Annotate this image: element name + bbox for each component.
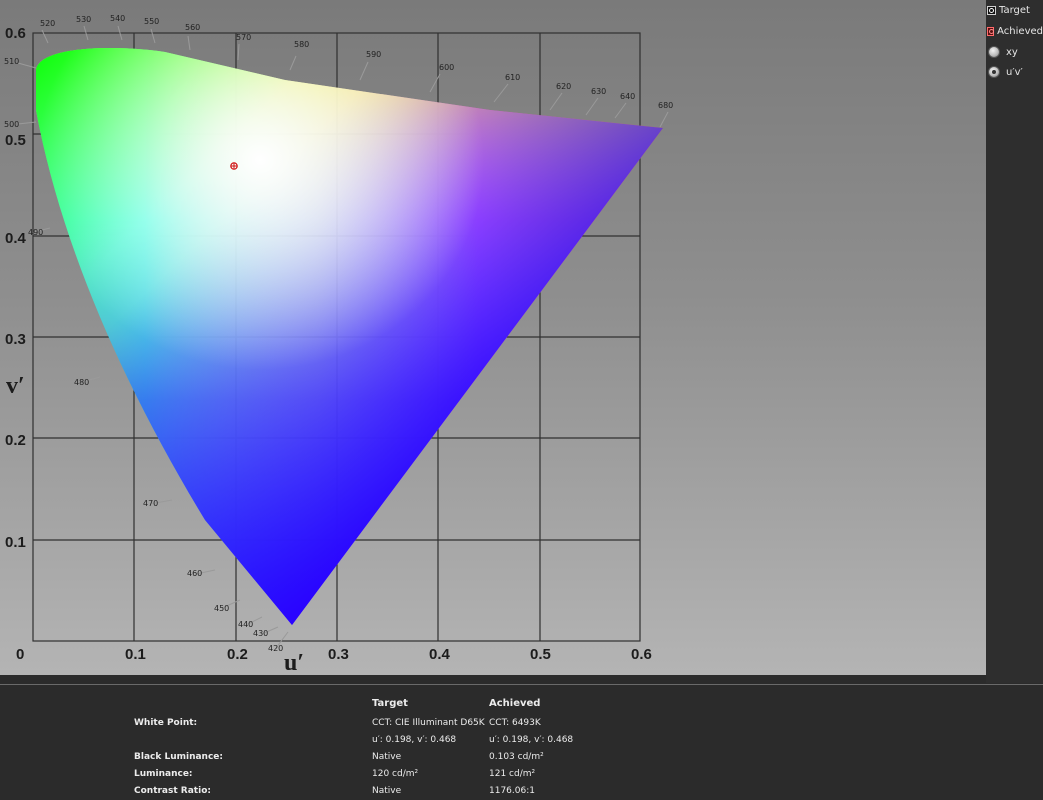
y-tick-label: 0.2 — [5, 432, 26, 449]
wl-label: 610 — [505, 73, 520, 82]
x-axis-ticks: 0 0.1 0.2 0.3 0.4 0.5 0.6 — [16, 646, 652, 663]
wl-label: 470 — [143, 499, 158, 508]
wl-label: 530 — [76, 15, 91, 24]
wl-label: 420 — [268, 644, 283, 653]
y-tick-label: 0.6 — [5, 25, 26, 42]
wl-label: 680 — [658, 101, 673, 110]
radio-uv-label: u′v′ — [1006, 66, 1023, 78]
x-tick-label: 0.5 — [530, 646, 551, 663]
y-tick-label: 0.4 — [5, 230, 27, 247]
x-tick-label: 0.1 — [125, 646, 146, 663]
wl-label: 630 — [591, 87, 606, 96]
calibration-stats-table: Target Achieved White Point: CCT: CIE Il… — [0, 686, 1043, 800]
wl-label: 540 — [110, 14, 125, 23]
target-black-luminance: Native — [372, 752, 402, 762]
achieved-uv-coordinates: u′: 0.198, v′: 0.468 — [489, 735, 574, 745]
spectral-locus — [36, 47, 663, 625]
legend-panel: Target Achieved xy u′v′ — [986, 0, 1043, 683]
divider — [0, 684, 1043, 685]
target-white-point: CCT: CIE Illuminant D65K — [372, 718, 485, 728]
column-header-achieved: Achieved — [489, 698, 541, 709]
wl-label: 570 — [236, 33, 251, 42]
achieved-marker-icon — [987, 26, 995, 36]
wl-label: 550 — [144, 17, 159, 26]
x-tick-label: 0.2 — [227, 646, 248, 663]
wl-label: 450 — [214, 604, 229, 613]
chromaticity-plot-area: 520 530 540 550 560 570 580 590 600 610 … — [0, 0, 986, 675]
wl-label: 430 — [253, 629, 268, 638]
legend-target: Target — [986, 2, 1043, 18]
y-axis-ticks: 0.6 0.5 0.4 0.3 0.2 0.1 — [5, 25, 27, 551]
x-tick-label: 0.6 — [631, 646, 652, 663]
target-uv-coordinates: u′: 0.198, v′: 0.468 — [372, 735, 457, 745]
achieved-black-luminance: 0.103 cd/m² — [489, 752, 544, 762]
wl-label: 600 — [439, 63, 454, 72]
legend-target-label: Target — [999, 4, 1030, 16]
row-label-black-luminance: Black Luminance: — [134, 752, 224, 762]
wl-label: 500 — [4, 120, 19, 129]
x-axis-title: u′ — [284, 650, 304, 675]
wl-label: 520 — [40, 19, 55, 28]
wl-label: 590 — [366, 50, 381, 59]
y-tick-label: 0.1 — [5, 534, 26, 551]
column-header-target: Target — [372, 698, 408, 709]
achieved-white-point-marker — [230, 162, 238, 170]
target-contrast-ratio: Native — [372, 786, 402, 796]
target-marker-icon — [987, 5, 996, 15]
x-tick-label: 0.4 — [429, 646, 451, 663]
achieved-contrast-ratio: 1176.06:1 — [489, 786, 535, 796]
wl-label: 560 — [185, 23, 200, 32]
wl-label: 480 — [74, 378, 89, 387]
x-tick-label: 0.3 — [328, 646, 349, 663]
x-tick-label: 0 — [16, 646, 24, 663]
wl-label: 490 — [28, 228, 43, 237]
y-tick-label: 0.5 — [5, 132, 26, 149]
radio-uv[interactable]: u′v′ — [986, 64, 1043, 80]
wl-label: 640 — [620, 92, 635, 101]
wl-label: 510 — [4, 57, 19, 66]
legend-achieved: Achieved — [986, 23, 1043, 39]
radio-xy-label: xy — [1006, 46, 1018, 58]
radio-xy[interactable]: xy — [986, 44, 1043, 60]
wl-label: 580 — [294, 40, 309, 49]
row-label-contrast-ratio: Contrast Ratio: — [134, 786, 211, 796]
wl-label: 620 — [556, 82, 571, 91]
cie-chromaticity-diagram: 520 530 540 550 560 570 580 590 600 610 … — [4, 14, 673, 675]
radio-uv-icon[interactable] — [988, 66, 1000, 78]
achieved-white-point: CCT: 6493K — [489, 718, 541, 728]
row-label-luminance: Luminance: — [134, 769, 193, 779]
y-axis-title: v′ — [6, 373, 25, 399]
legend-achieved-label: Achieved — [997, 25, 1043, 37]
wl-label: 460 — [187, 569, 202, 578]
wl-label: 440 — [238, 620, 253, 629]
target-luminance: 120 cd/m² — [372, 769, 419, 779]
row-label-white-point: White Point: — [134, 718, 198, 728]
y-tick-label: 0.3 — [5, 331, 26, 348]
radio-xy-icon[interactable] — [988, 46, 1000, 58]
achieved-luminance: 121 cd/m² — [489, 769, 536, 779]
